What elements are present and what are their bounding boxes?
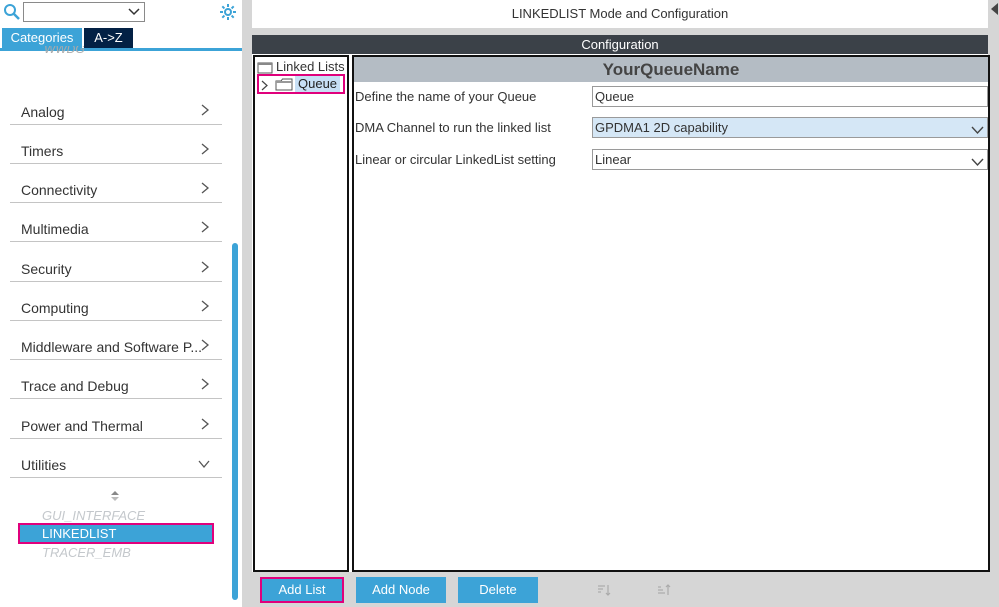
move-down-icon[interactable]	[597, 583, 611, 597]
dma-channel-label: DMA Channel to run the linked list	[355, 120, 551, 135]
category-label: Computing	[21, 300, 89, 316]
linked-list-tree: Linked Lists Queue	[253, 55, 349, 572]
dma-channel-value: GPDMA1 2D capability	[595, 120, 728, 135]
add-list-button[interactable]: Add List	[260, 577, 344, 603]
folder-icon	[257, 61, 273, 74]
chevron-right-icon	[200, 418, 210, 430]
category-label: Power and Thermal	[21, 418, 143, 434]
sidebar: Categories A->Z WWDG Analog Timers Conne…	[0, 0, 245, 607]
add-node-button[interactable]: Add Node	[356, 577, 446, 603]
utility-item-tracer-emb[interactable]: TRACER_EMB	[42, 545, 131, 560]
configuration-header: Configuration	[252, 35, 988, 54]
delete-button[interactable]: Delete	[458, 577, 538, 603]
tree-item-queue[interactable]: Queue	[257, 74, 345, 94]
chevron-down-icon	[198, 457, 210, 469]
tree-root-item[interactable]: Linked Lists	[257, 59, 345, 75]
category-multimedia[interactable]: Multimedia	[10, 203, 222, 242]
category-power-and-thermal[interactable]: Power and Thermal	[10, 400, 222, 439]
dma-channel-select[interactable]: GPDMA1 2D capability	[592, 117, 988, 138]
move-up-icon[interactable]	[657, 583, 671, 597]
linkedlist-mode-select[interactable]: Linear	[592, 149, 988, 170]
search-icon[interactable]	[3, 3, 21, 21]
category-label: Timers	[21, 143, 64, 159]
category-timers[interactable]: Timers	[10, 125, 222, 164]
tree-item-label: Queue	[295, 76, 341, 92]
category-trace-and-debug[interactable]: Trace and Debug	[10, 360, 222, 399]
form-title: YourQueueName	[354, 57, 988, 82]
chevron-down-icon[interactable]	[971, 122, 984, 135]
category-analog[interactable]: Analog	[10, 86, 222, 125]
search-combobox[interactable]	[23, 2, 145, 22]
tabs-underline	[0, 48, 242, 51]
gear-icon[interactable]	[219, 3, 237, 21]
category-computing[interactable]: Computing	[10, 282, 222, 321]
tab-a-to-z[interactable]: A->Z	[84, 28, 133, 48]
mode-title: LINKEDLIST Mode and Configuration	[252, 0, 988, 28]
collapse-arrow-icon[interactable]	[991, 3, 999, 15]
linkedlist-mode-value: Linear	[595, 152, 632, 167]
tree-root-label: Linked Lists	[276, 59, 345, 74]
folder-icon	[275, 78, 293, 91]
chevron-right-icon	[200, 182, 210, 194]
category-label: Analog	[21, 104, 65, 120]
category-label: Connectivity	[21, 182, 98, 198]
chevron-right-icon	[200, 300, 210, 312]
pane-divider[interactable]	[242, 0, 252, 607]
chevron-down-icon[interactable]	[128, 5, 140, 17]
category-connectivity[interactable]: Connectivity	[10, 164, 222, 203]
scroll-up-icon[interactable]	[110, 490, 120, 502]
linkedlist-mode-label: Linear or circular LinkedList setting	[355, 152, 556, 167]
chevron-right-icon	[200, 339, 210, 351]
chevron-right-icon	[200, 378, 210, 390]
tab-categories[interactable]: Categories	[2, 28, 82, 48]
queue-name-label: Define the name of your Queue	[355, 89, 537, 104]
chevron-down-icon[interactable]	[971, 154, 984, 167]
category-middleware[interactable]: Middleware and Software P...	[10, 321, 222, 360]
chevron-right-icon	[200, 143, 210, 155]
clipped-list-item: WWDG	[44, 46, 85, 56]
expand-arrow-icon[interactable]	[261, 79, 269, 91]
chevron-right-icon	[200, 221, 210, 233]
category-label: Utilities	[21, 457, 67, 473]
chevron-right-icon	[200, 104, 210, 116]
category-security[interactable]: Security	[10, 243, 222, 282]
header-separator	[252, 28, 988, 35]
sidebar-scrollbar[interactable]	[232, 243, 238, 600]
category-label: Security	[21, 261, 72, 277]
queue-name-input[interactable]: Queue	[592, 86, 988, 107]
category-label: Trace and Debug	[21, 378, 129, 394]
utility-item-gui-interface[interactable]: GUI_INTERFACE	[42, 508, 145, 523]
category-utilities[interactable]: Utilities	[10, 439, 222, 478]
queue-config-form: YourQueueName Define the name of your Qu…	[352, 55, 990, 572]
utility-item-linkedlist[interactable]: LINKEDLIST	[18, 523, 214, 544]
chevron-right-icon	[200, 261, 210, 273]
category-label: Middleware and Software P...	[21, 339, 203, 355]
category-label: Multimedia	[21, 221, 89, 237]
